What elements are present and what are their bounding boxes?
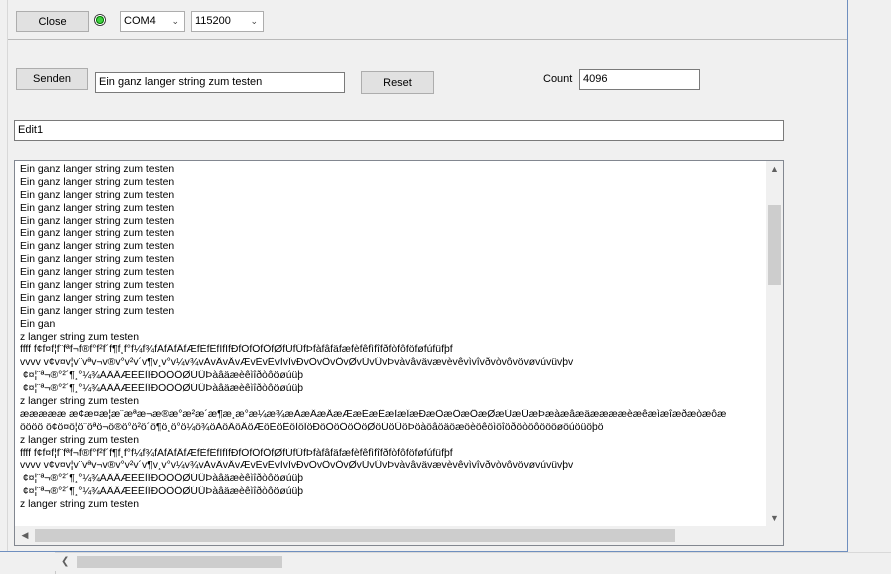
edit1-input[interactable]: Edit1 <box>14 120 784 141</box>
status-led-icon <box>94 14 106 26</box>
chevron-down-icon: ⌄ <box>171 16 179 26</box>
memo-line: vvvv v¢v¤v¦v¨vªv¬v®v°v²v´v¶v¸v°v¼v¾vÀvÂv… <box>20 357 574 369</box>
memo-line: Ein ganz langer string zum testen <box>20 241 175 253</box>
port-select[interactable]: COM4 ⌄ <box>120 11 185 32</box>
memo-line: Ein ganz langer string zum testen <box>20 189 175 201</box>
chevron-down-icon: ⌄ <box>250 16 258 26</box>
memo-line: ffff f¢f¤f¦f¨fªf¬f®f°f²f´f¶f¸f°f¼f¾fÀfÂf… <box>20 344 453 356</box>
scroll-up-arrow-icon[interactable]: ▲ <box>766 161 783 178</box>
scroll-left-arrow-icon[interactable]: ◀ <box>17 526 33 545</box>
main-window: Close COM4 ⌄ 115200 ⌄ Senden Ein ganz la… <box>0 0 848 552</box>
memo-line: vvvv v¢v¤v¦v¨vªv¬v®v°v²v´v¶v¸v°v¼v¾vÀvÂv… <box>20 460 574 472</box>
background-horizontal-scrollbar[interactable]: ❮ <box>55 552 891 571</box>
memo-line: Ein ganz langer string zum testen <box>20 267 175 279</box>
close-button[interactable]: Close <box>16 11 89 32</box>
toolbar-divider <box>8 39 847 40</box>
memo-line: ¢¤¦¨ª¬®°²´¶¸°¼¾ÀÂÄÆÈÊÌÎÐÒÔÖØÚÜÞàâäæèêìîð… <box>20 486 304 498</box>
memo-line: Ein ganz langer string zum testen <box>20 176 175 188</box>
memo-line: ¢¤¦¨ª¬®°²´¶¸°¼¾ÀÂÄÆÈÊÌÎÐÒÔÖØÚÜÞàâäæèêìîð… <box>20 473 304 485</box>
memo-line: z langer string zum testen <box>20 331 139 343</box>
scroll-down-arrow-icon[interactable]: ▼ <box>766 510 783 527</box>
memo-line: Ein ganz langer string zum testen <box>20 215 175 227</box>
memo-line: Ein gan <box>20 318 56 330</box>
scrollbar-corner <box>766 526 783 545</box>
memo-line: ¢¤¦¨ª¬®°²´¶¸°¼¾ÀÂÄÆÈÊÌÎÐÒÔÖØÚÜÞàâäæèêìîð… <box>20 370 304 382</box>
memo-line: Ein ganz langer string zum testen <box>20 292 175 304</box>
memo-line: æææææ æ¢æ¤æ¦æ¨æªæ¬æ®æ°æ²æ´æ¶æ¸æ°æ¼æ¾æÀæÂ… <box>20 408 727 420</box>
horizontal-scrollbar[interactable]: ◀ <box>15 526 767 545</box>
count-label: Count <box>543 73 573 85</box>
scroll-left-arrow-icon[interactable]: ❮ <box>61 553 69 571</box>
memo-line: Ein ganz langer string zum testen <box>20 305 175 317</box>
background-scroll-thumb[interactable] <box>77 556 282 568</box>
memo-line: öööö ö¢ö¤ö¦ö¨öªö¬ö®ö°ö²ö´ö¶ö¸ö°ö¼ö¾öÀöÂö… <box>20 421 604 433</box>
send-text-input[interactable]: Ein ganz langer string zum testen <box>95 72 345 93</box>
memo-line: Ein ganz langer string zum testen <box>20 254 175 266</box>
memo-line: ¢¤¦¨ª¬®°²´¶¸°¼¾ÀÂÄÆÈÊÌÎÐÒÔÖØÚÜÞàâäæèêìîð… <box>20 383 304 395</box>
port-select-value: COM4 <box>124 15 156 27</box>
horizontal-scroll-thumb[interactable] <box>35 529 675 542</box>
baud-select[interactable]: 115200 ⌄ <box>191 11 264 32</box>
memo-line: ffff f¢f¤f¦f¨fªf¬f®f°f²f´f¶f¸f°f¼f¾fÀfÂf… <box>20 447 453 459</box>
baud-select-value: 115200 <box>195 15 231 27</box>
vertical-scrollbar[interactable]: ▲ ▼ <box>766 161 783 527</box>
receive-memo[interactable]: Ein ganz langer string zum testen Ein gan… <box>14 160 784 546</box>
vertical-scroll-thumb[interactable] <box>768 205 781 285</box>
memo-lines: Ein ganz langer string zum testen Ein gan… <box>20 164 760 512</box>
send-button[interactable]: Senden <box>16 68 88 90</box>
memo-line: Ein ganz langer string zum testen <box>20 202 175 214</box>
memo-line: Ein ganz langer string zum testen <box>20 280 175 292</box>
reset-button[interactable]: Reset <box>361 71 434 94</box>
memo-line: z langer string zum testen <box>20 396 139 408</box>
memo-line: Ein ganz langer string zum testen <box>20 164 175 175</box>
memo-line: z langer string zum testen <box>20 499 139 511</box>
memo-line: Ein ganz langer string zum testen <box>20 228 175 240</box>
memo-line: z langer string zum testen <box>20 434 139 446</box>
count-input[interactable]: 4096 <box>579 69 700 90</box>
